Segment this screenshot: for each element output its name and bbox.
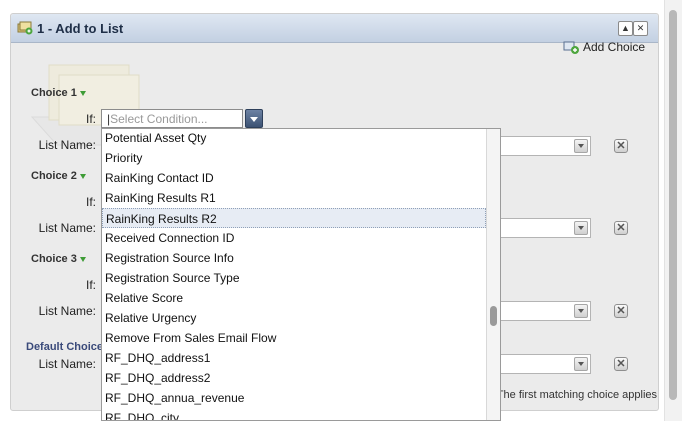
chevron-down-icon [574, 139, 588, 153]
page-scroll-thumb[interactable] [669, 10, 677, 400]
dropdown-scroll-thumb[interactable] [490, 306, 497, 326]
choice-2-header[interactable]: Choice 2 [31, 170, 86, 182]
dropdown-option[interactable]: Registration Source Type [102, 268, 486, 288]
condition-select-input[interactable]: |Select Condition... [101, 109, 243, 128]
choice-1-header[interactable]: Choice 1 [31, 87, 86, 99]
choice-1-label: Choice 1 [31, 87, 77, 99]
dropdown-option[interactable]: RainKing Results R1 [102, 188, 486, 208]
chevron-down-icon [574, 357, 588, 371]
choice-3-if-label: If: [85, 278, 96, 292]
choice-3-list-select[interactable] [497, 301, 591, 321]
delete-x-icon: ✕ [616, 140, 626, 152]
choice-3-list-label: List Name: [38, 304, 96, 318]
close-x-icon: ✕ [636, 23, 645, 33]
dropdown-option[interactable]: RF_DHQ_address2 [102, 368, 486, 388]
close-button[interactable]: ✕ [633, 21, 648, 36]
choice-2-delete-button[interactable]: ✕ [614, 221, 628, 235]
dropdown-option[interactable]: RainKing Contact ID [102, 168, 486, 188]
choice-1-list-select[interactable] [497, 136, 591, 156]
choice-2-list-select[interactable] [497, 218, 591, 238]
choice-3-delete-button[interactable]: ✕ [614, 304, 628, 318]
collapse-button[interactable]: ▲ [618, 21, 633, 36]
expand-triangle-icon [79, 90, 86, 96]
default-list-select[interactable] [497, 354, 591, 374]
panel-header: 1 - Add to List ▲ ✕ [11, 14, 658, 43]
delete-x-icon: ✕ [616, 305, 626, 317]
choice-1-list-label: List Name: [38, 138, 96, 152]
default-delete-button[interactable]: ✕ [614, 357, 628, 371]
dropdown-option[interactable]: Priority [102, 148, 486, 168]
dropdown-option[interactable]: Received Connection ID [102, 228, 486, 248]
chevron-down-icon [574, 221, 588, 235]
delete-x-icon: ✕ [616, 358, 626, 370]
dropdown-option[interactable]: Relative Urgency [102, 308, 486, 328]
page-scrollbar[interactable] [664, 0, 682, 421]
add-choice-button[interactable]: Add Choice [563, 38, 645, 56]
footer-note: The first matching choice applies [497, 389, 657, 401]
condition-placeholder: Select Condition... [110, 112, 208, 126]
choice-1-if-label: If: [85, 112, 96, 126]
choice-2-if-label: If: [85, 195, 96, 209]
choice-3-header[interactable]: Choice 3 [31, 253, 86, 265]
dropdown-option[interactable]: RF_DHQ_annua_revenue [102, 388, 486, 408]
condition-dropdown-list[interactable]: Potential Asset Qty Priority RainKing Cont… [101, 128, 501, 421]
footer-note-text: The first matching choice applies [497, 389, 657, 401]
expand-triangle-icon [79, 256, 86, 262]
default-choice-header: Default Choice [26, 341, 101, 353]
choice-1-delete-button[interactable]: ✕ [614, 139, 628, 153]
dropdown-scrollbar[interactable] [486, 129, 500, 420]
dropdown-option[interactable]: Relative Score [102, 288, 486, 308]
panel-title: 1 - Add to List [37, 21, 124, 36]
choice-3-label: Choice 3 [31, 253, 77, 265]
default-choice-label: Default Choice [26, 341, 101, 353]
chevron-down-icon [574, 304, 588, 318]
choice-2-label: Choice 2 [31, 170, 77, 182]
dropdown-option[interactable]: Remove From Sales Email Flow [102, 328, 486, 348]
condition-dropdown-button[interactable] [245, 109, 263, 128]
delete-x-icon: ✕ [616, 222, 626, 234]
dropdown-option[interactable]: RainKing Results R2 [102, 208, 486, 228]
dropdown-option[interactable]: RF_DHQ_address1 [102, 348, 486, 368]
dropdown-option[interactable]: Registration Source Info [102, 248, 486, 268]
add-choice-label: Add Choice [583, 40, 646, 54]
dropdown-option[interactable]: Potential Asset Qty [102, 129, 486, 148]
expand-triangle-icon [79, 173, 86, 179]
add-choice-icon [563, 41, 579, 54]
default-list-label: List Name: [38, 357, 96, 371]
dropdown-option[interactable]: RF_DHQ_city [102, 408, 486, 420]
step-icon [17, 21, 33, 35]
choice-2-list-label: List Name: [38, 221, 96, 235]
triangle-up-icon: ▲ [621, 23, 630, 33]
